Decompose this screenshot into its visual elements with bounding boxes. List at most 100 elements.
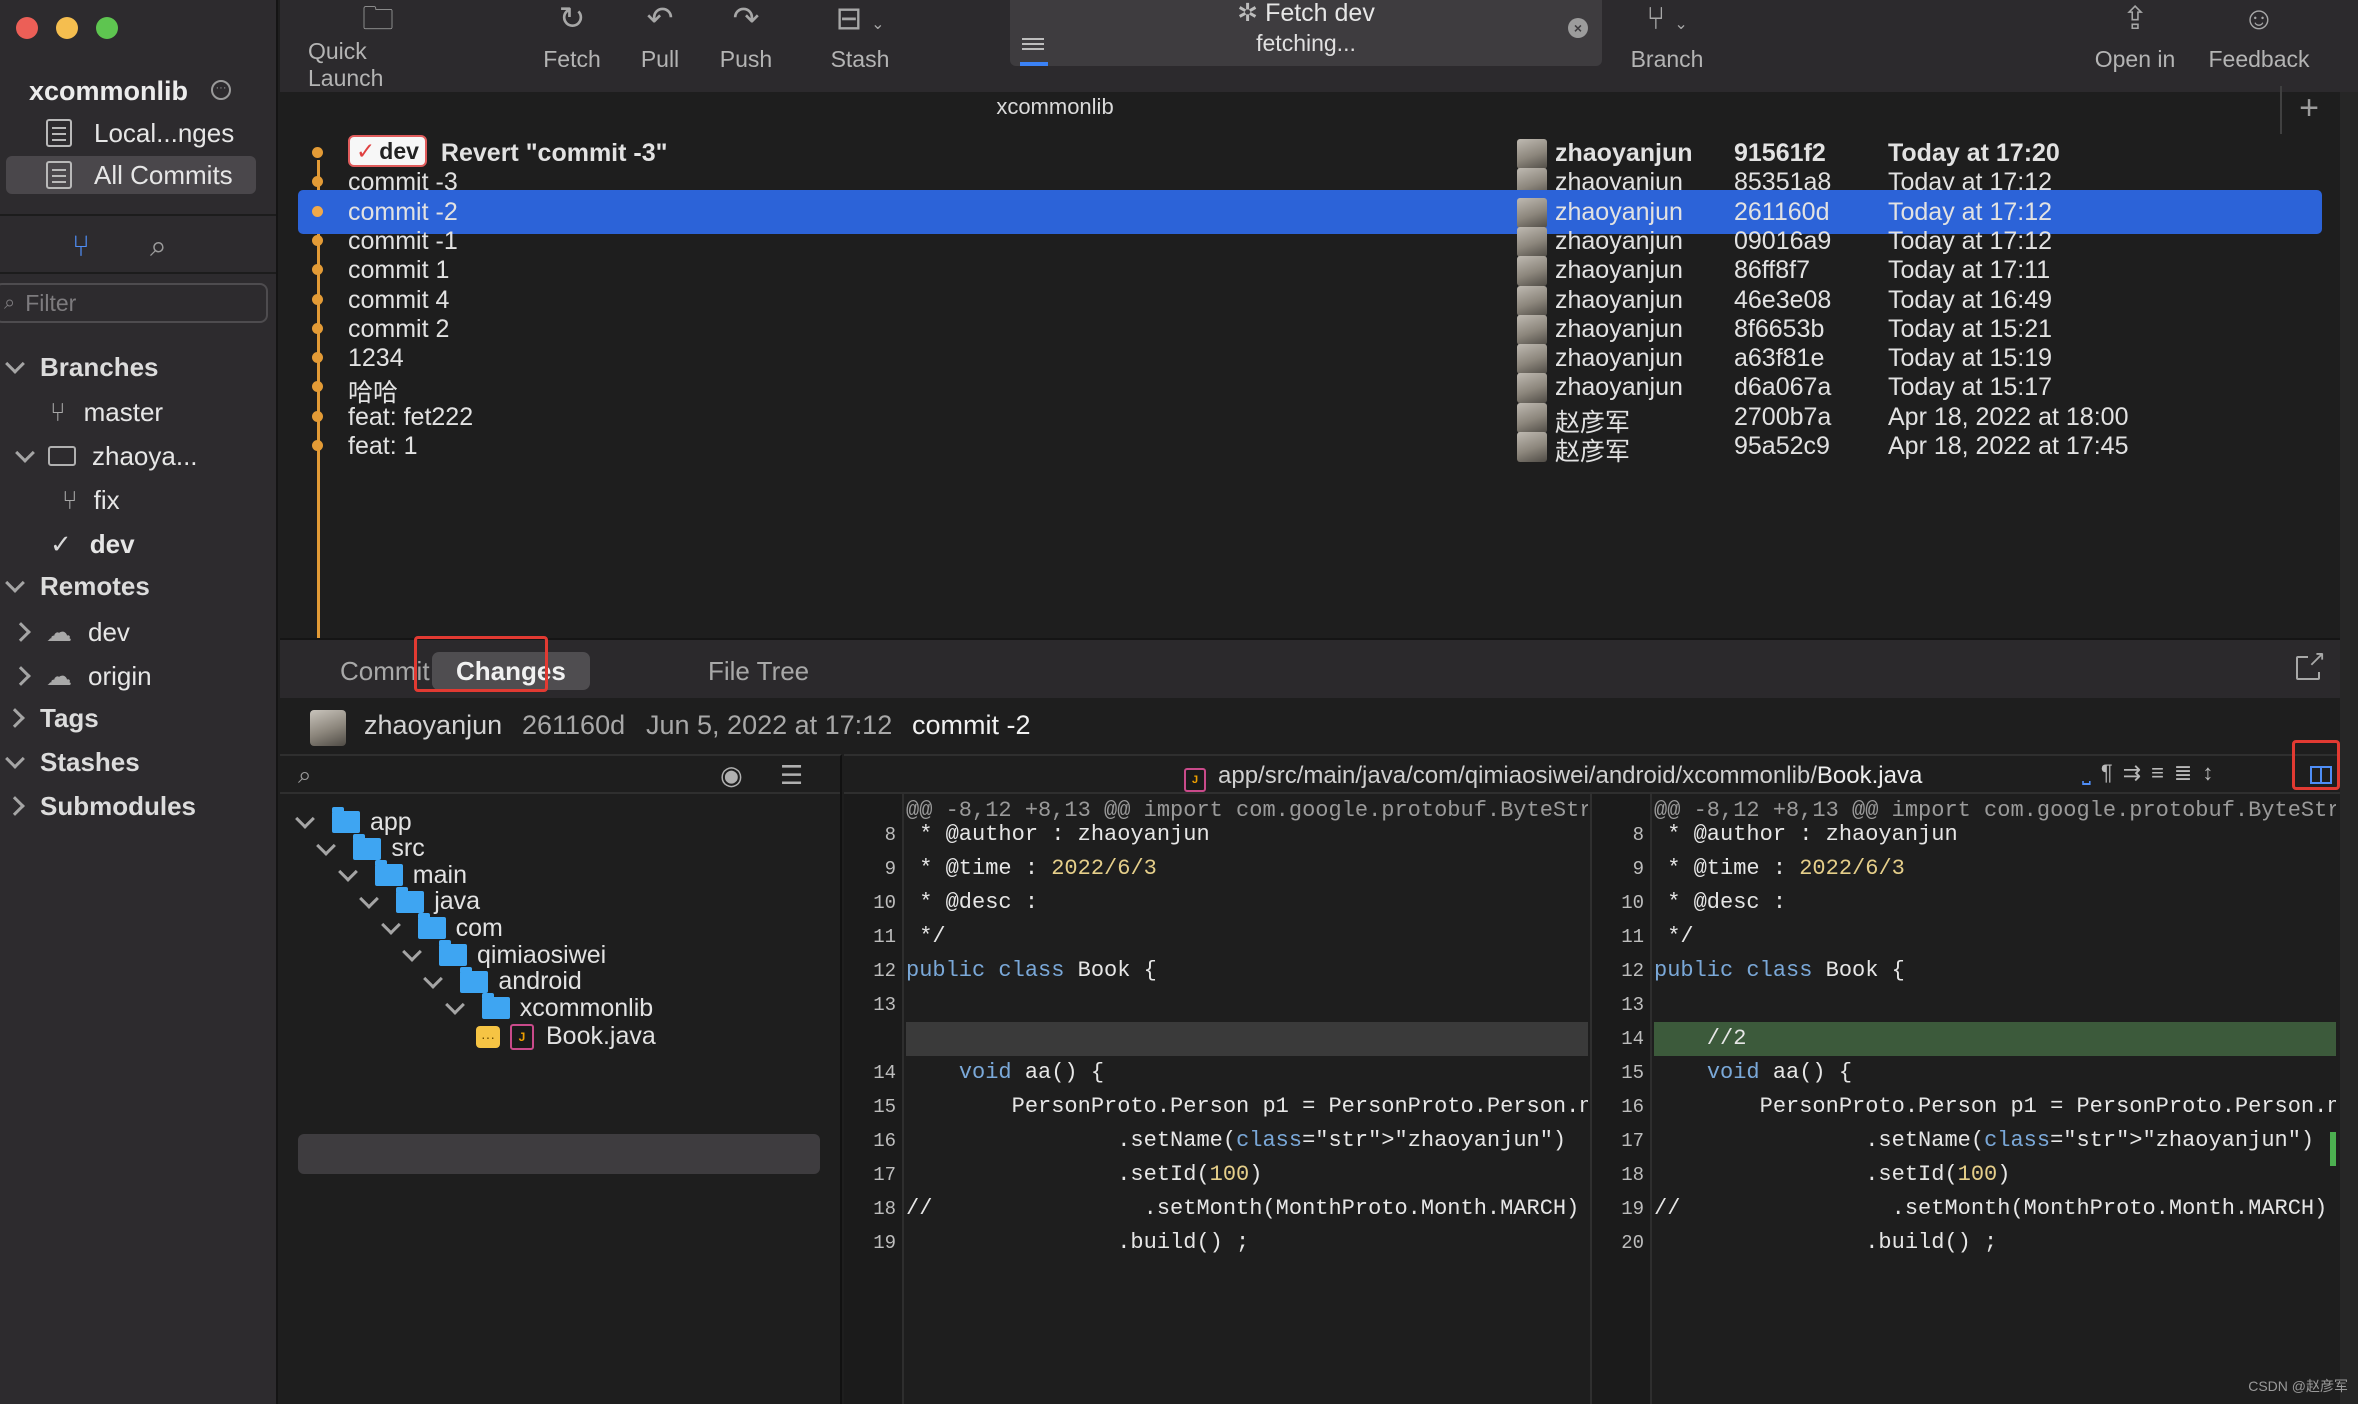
button-label: Branch (1630, 46, 1704, 72)
scrollbar-track[interactable] (2340, 92, 2358, 1404)
branch-label: dev (89, 528, 135, 559)
pilcrow-icon[interactable]: ¶ (2101, 760, 2123, 785)
file-item[interactable]: ··· J Book.java (476, 1019, 656, 1055)
repo-more-icon[interactable]: ··· (211, 80, 231, 100)
chevron-down-icon[interactable] (380, 915, 401, 936)
code-line: .setId(100) (906, 1162, 1263, 1187)
commit-date: Apr 18, 2022 at 17:45 (1888, 432, 2129, 460)
add-tab-button[interactable]: + (2280, 86, 2336, 134)
search-icon[interactable]: ⌕ (150, 230, 167, 264)
file-name: Book.java (1816, 762, 1923, 789)
minimize-window-button[interactable] (56, 17, 78, 39)
code-line: .setName(class="str">"zhaoyanjun") (906, 1128, 1567, 1153)
close-window-button[interactable] (16, 17, 38, 39)
filter-input[interactable]: ⌕ Filter (0, 283, 268, 323)
zoom-window-button[interactable] (96, 17, 118, 39)
branch-master[interactable]: ⑂ master (50, 392, 163, 432)
section-label: Submodules (40, 790, 197, 821)
branch-fix[interactable]: ⑂ fix (62, 480, 120, 520)
cloud-icon: ☁ (46, 616, 72, 647)
commit-hash[interactable]: 261160d (522, 710, 625, 741)
line-spacing-icon[interactable]: ↕ (2202, 760, 2223, 785)
file-name: Book.java (546, 1022, 656, 1051)
code-line: public class Book { (906, 958, 1157, 983)
line-number: 12 (1621, 960, 1644, 982)
fetch-title-text: Fetch dev (1265, 0, 1375, 27)
line-number: 15 (873, 1096, 896, 1118)
open-in-button[interactable]: ⇪ Open in (2092, 0, 2178, 80)
activity-list-icon[interactable] (1022, 38, 1044, 53)
divider (0, 214, 276, 216)
chevron-right-icon (11, 666, 31, 686)
repo-name[interactable]: xcommonlib (29, 76, 188, 107)
section-remotes[interactable]: Remotes (5, 566, 150, 606)
code-line: * @author : zhaoyanjun (906, 822, 1210, 847)
code-line: // .setMonth(MonthProto.Month.MARCH) (906, 1196, 1580, 1221)
branch-button[interactable]: ⑂ ⌄ Branch (1630, 0, 1704, 80)
local-changes-icon (46, 119, 72, 147)
section-submodules[interactable]: Submodules (5, 786, 197, 826)
fetch-status: fetching... (1256, 30, 1356, 56)
code-line: .build() ; (1654, 1230, 1998, 1255)
chevron-down-icon[interactable] (423, 968, 444, 989)
line-number: 17 (1621, 1130, 1644, 1152)
diff-file-path: Japp/src/main/java/com/qimiaosiwei/andro… (1184, 762, 1922, 792)
line-number: 14 (873, 1062, 896, 1084)
section-stashes[interactable]: Stashes (5, 742, 140, 782)
eye-icon[interactable]: ◉ (720, 760, 743, 791)
code-line: .setId(100) (1654, 1162, 2011, 1187)
branch-dev[interactable]: ✓ dev (50, 524, 135, 564)
chevron-down-icon[interactable] (402, 942, 422, 962)
feedback-button[interactable]: ☺ Feedback (2204, 0, 2314, 80)
window-title: xcommonlib (996, 94, 1114, 119)
section-branches[interactable]: Branches (5, 347, 159, 387)
whitespace-icon[interactable]: ⎵ (2082, 760, 2101, 785)
chevron-down-icon[interactable] (444, 995, 465, 1016)
branch-folder-zhaoya[interactable]: zhaoya... (15, 436, 198, 476)
line-number: 12 (873, 960, 896, 982)
wrap-icon[interactable]: ⇉ (2123, 760, 2151, 785)
tab-file-tree[interactable]: File Tree (708, 652, 809, 690)
sidebar-item-label: Local...nges (94, 117, 235, 148)
button-label: Fetch (543, 46, 601, 72)
pull-button[interactable]: ↶ Pull (630, 0, 690, 80)
chevron-down-icon[interactable] (359, 888, 380, 909)
branch-view-icon[interactable]: ⑂ (72, 230, 90, 264)
search-icon[interactable]: ⌕ (298, 762, 311, 790)
pull-icon: ↶ (646, 0, 674, 36)
collapse-icon[interactable]: ≡ (2151, 760, 2174, 785)
code-line: void aa() { (958, 1060, 1105, 1085)
chevron-down-icon[interactable] (295, 809, 315, 829)
chevron-down-icon[interactable] (316, 835, 337, 856)
push-icon: ↷ (732, 0, 760, 36)
close-icon[interactable]: × (1568, 18, 1588, 38)
section-tags[interactable]: Tags (5, 698, 99, 738)
quick-launch-button[interactable]: 🗀 Quick Launch (308, 0, 448, 91)
highlight-annotation (414, 636, 548, 692)
push-button[interactable]: ↷ Push (714, 0, 778, 80)
stash-button[interactable]: ⊟ ⌄ Stash (820, 0, 900, 80)
divider (0, 272, 276, 274)
all-commits-icon (46, 161, 72, 189)
button-label: Stash (830, 46, 890, 72)
open-external-icon[interactable] (2296, 646, 2326, 680)
remote-origin[interactable]: ☁ origin (11, 656, 152, 696)
spinner-icon: ✲ (1237, 0, 1259, 27)
commit-message-text: feat: 1 (348, 432, 418, 460)
fetch-button[interactable]: ↻ Fetch (542, 0, 602, 80)
sidebar-item-all-commits[interactable]: All Commits (6, 156, 256, 194)
remote-dev[interactable]: ☁ dev (11, 612, 130, 652)
fetch-activity-panel[interactable]: ✲ Fetch dev fetching... × (1010, 0, 1602, 66)
line-number: 14 (1621, 1028, 1644, 1050)
list-view-icon[interactable]: ☰ (780, 760, 803, 791)
watermark: CSDN @赵彦军 (2248, 1378, 2348, 1394)
chevron-down-icon (15, 443, 35, 463)
expand-icon[interactable]: ≣ (2174, 760, 2202, 785)
sidebar-item-label: All Commits (94, 159, 233, 190)
sidebar-item-local-changes[interactable]: Local...nges (6, 114, 256, 152)
button-label: Quick Launch (308, 38, 384, 91)
chevron-down-icon[interactable] (337, 862, 358, 883)
section-label: Branches (40, 351, 159, 382)
commit-row[interactable]: feat: 1 赵彦军 95a52c9 Apr 18, 2022 at 17:45 (298, 424, 2322, 468)
